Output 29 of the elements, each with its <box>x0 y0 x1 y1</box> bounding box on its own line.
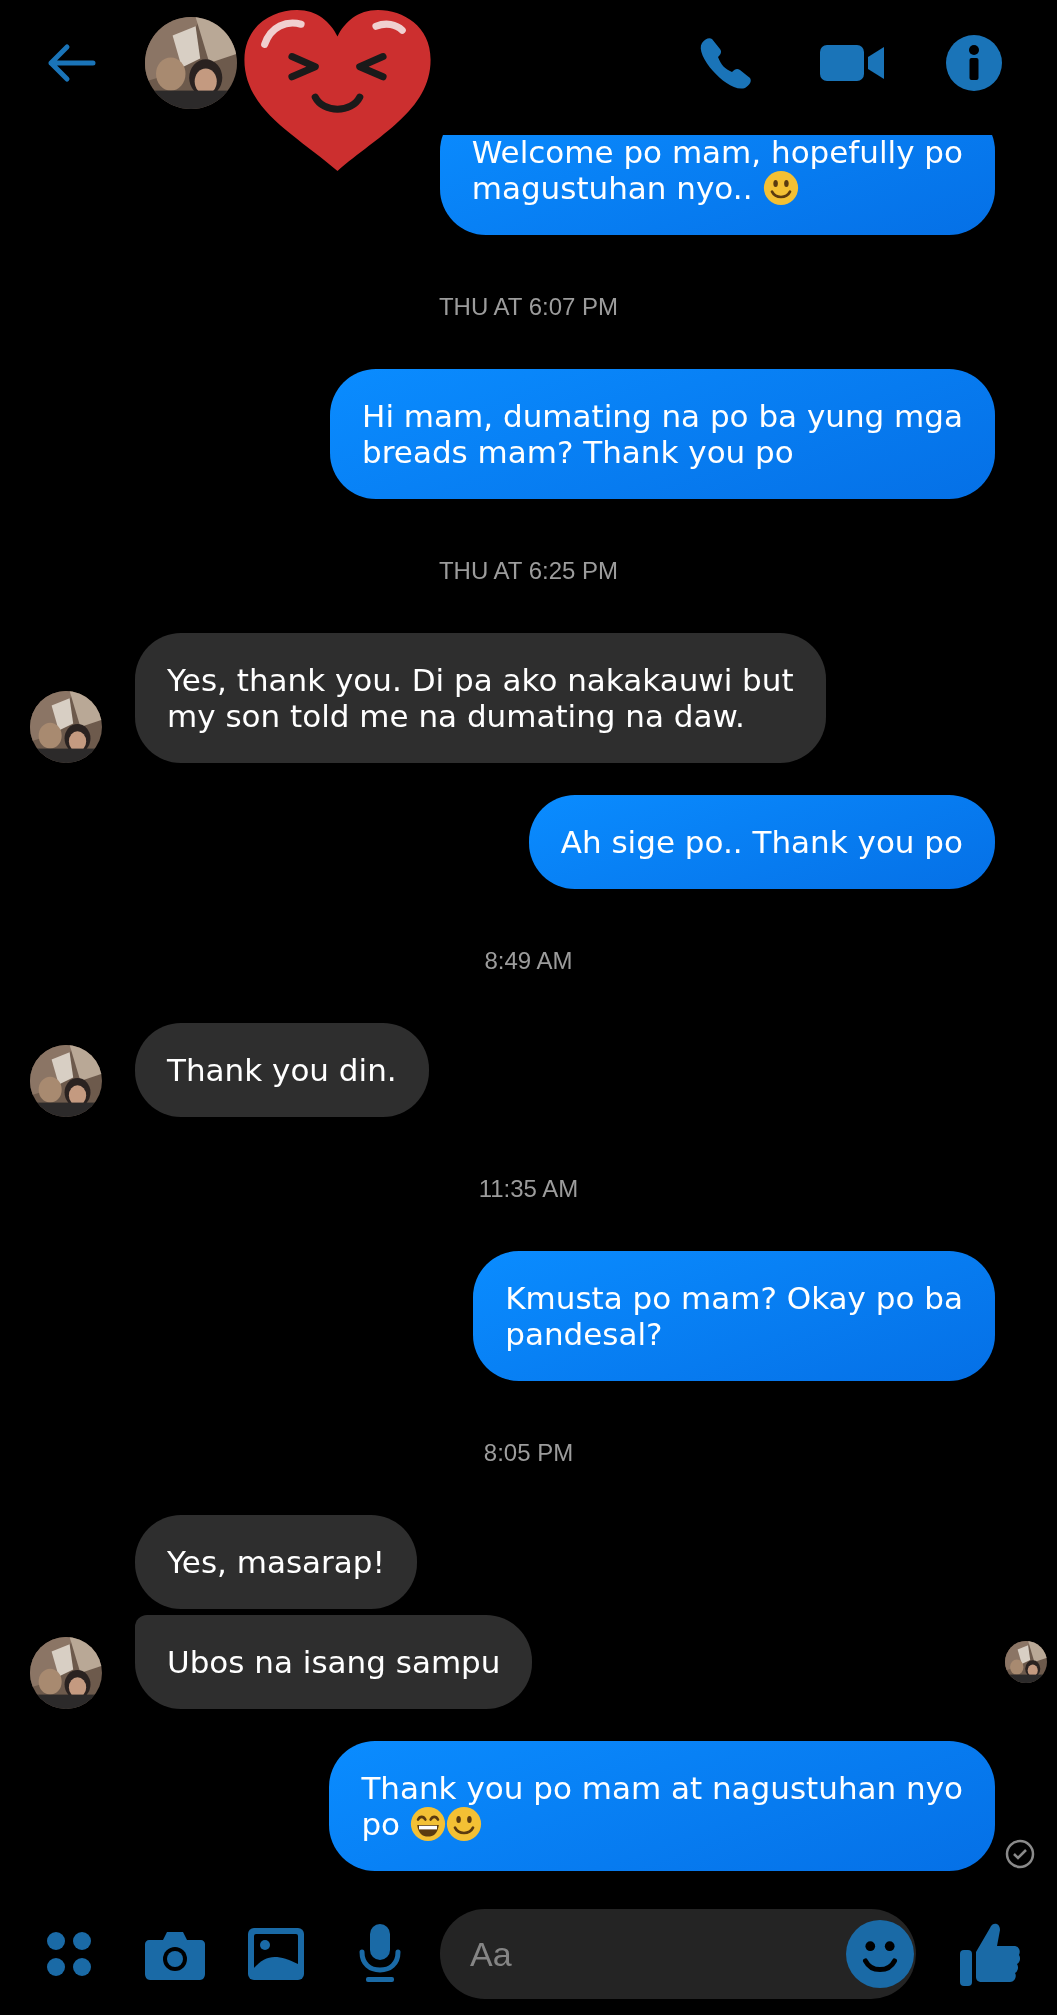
message-field[interactable]: Aa <box>440 1909 916 1999</box>
message-text: Thank you po mam at nagustuhan nyo <box>361 1770 963 1806</box>
info-icon[interactable] <box>946 34 1002 91</box>
message-text: Kmusta po mam? Okay po ba <box>505 1280 963 1316</box>
smiley-icon <box>762 170 799 206</box>
gallery-icon[interactable] <box>248 1928 304 1980</box>
message-text: my son told me na dumating na daw. <box>167 698 745 734</box>
thumbs-up-icon[interactable] <box>960 1922 1020 1986</box>
message-text: Ubos na isang sampu <box>167 1644 501 1680</box>
smiley-icon <box>446 1806 483 1842</box>
message-text: Thank you din. <box>167 1052 397 1088</box>
message-text: Yes, masarap! <box>167 1544 385 1580</box>
timestamp: 8:05 PM <box>482 1439 575 1467</box>
menu-dots-icon[interactable] <box>45 1930 93 1978</box>
timestamp: THU AT 6:07 PM <box>437 293 620 321</box>
message-text: Hi mam, dumating na po ba yung mga <box>362 398 963 434</box>
message-text: pandesal? <box>505 1316 663 1352</box>
grin-icon <box>410 1806 447 1842</box>
emoji-icon[interactable] <box>846 1920 914 1988</box>
message-text: Welcome po mam, hopefully po <box>471 134 963 170</box>
message-text: Yes, thank you. Di pa ako nakakauwi but <box>167 662 794 698</box>
message-text: Ah sige po.. Thank you po <box>560 824 963 860</box>
message-text: magustuhan nyo.. <box>471 170 753 206</box>
message-text: breads mam? Thank you po <box>362 434 794 470</box>
timestamp: 8:49 AM <box>483 947 574 975</box>
timestamp: 11:35 AM <box>477 1175 580 1203</box>
timestamp: THU AT 6:25 PM <box>437 557 620 585</box>
microphone-icon[interactable] <box>358 1924 402 1984</box>
message-text: po <box>361 1806 401 1842</box>
